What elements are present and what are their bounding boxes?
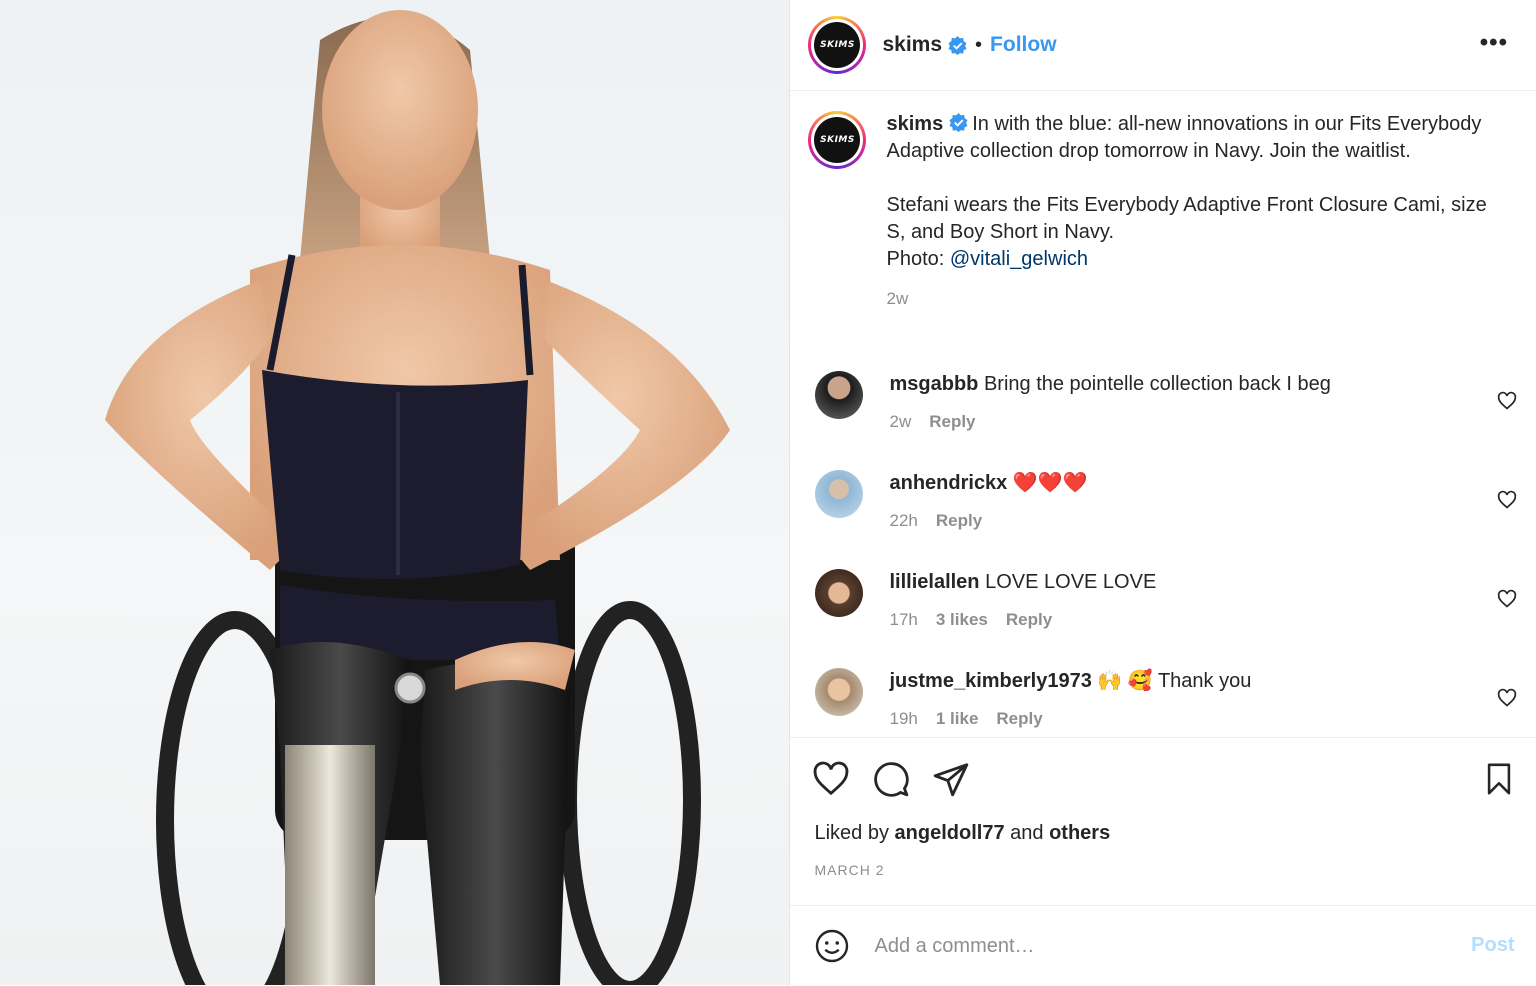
more-options-icon[interactable]: ••• [1480, 31, 1508, 55]
comment-time[interactable]: 19h [889, 709, 917, 728]
comment-input[interactable] [872, 928, 1437, 964]
post-actions: Liked by angeldoll77 and others MARCH 2 [790, 737, 1536, 878]
post-comment-button[interactable]: Post [1471, 934, 1514, 957]
post-header: SKIMS skims • Follow ••• [790, 0, 1536, 91]
commenter-avatar[interactable] [815, 371, 864, 419]
caption-avatar[interactable]: SKIMS [808, 111, 867, 169]
comment-text: ❤️❤️❤️ [1012, 472, 1088, 494]
liked-by-prefix: Liked by [814, 822, 889, 844]
post-sidebar: SKIMS skims • Follow ••• SKIMS skims In … [790, 0, 1536, 985]
comment-text: Bring the pointelle collection back I be… [983, 373, 1331, 395]
comment-time[interactable]: 22h [889, 511, 917, 530]
like-comment-heart-icon[interactable] [1497, 589, 1517, 609]
like-heart-icon[interactable] [812, 760, 850, 798]
comments-scroll-area[interactable]: SKIMS skims In with the blue: all-new in… [790, 91, 1536, 738]
header-separator: • [975, 33, 983, 56]
liked-by-text: Liked by angeldoll77 and others [814, 822, 1110, 845]
like-comment-heart-icon[interactable] [1497, 490, 1517, 510]
reply-button[interactable]: Reply [996, 709, 1042, 728]
comment-time[interactable]: 17h [889, 610, 917, 629]
emoji-smiley-icon[interactable] [814, 928, 850, 964]
caption-text: In with the blue: all-new innovations in… [886, 113, 1487, 270]
comment-item: msgabbb Bring the pointelle collection b… [815, 371, 1517, 435]
add-comment-bar: Post [790, 905, 1536, 986]
share-paper-plane-icon[interactable] [932, 760, 970, 798]
post-date[interactable]: MARCH 2 [814, 862, 884, 878]
post-view: SKIMS skims • Follow ••• SKIMS skims In … [0, 0, 1536, 985]
comment-likes-count[interactable]: 3 likes [936, 610, 988, 629]
reply-button[interactable]: Reply [936, 511, 982, 530]
comment-username[interactable]: msgabbb [889, 373, 978, 395]
comment-text: LOVE LOVE LOVE [985, 571, 1157, 593]
caption-skims-logo: SKIMS [814, 117, 861, 163]
skims-logo: SKIMS [814, 22, 861, 68]
like-comment-heart-icon[interactable] [1497, 688, 1517, 708]
post-image[interactable] [0, 0, 791, 985]
save-bookmark-icon[interactable] [1482, 760, 1516, 798]
comment-item: lillielallen LOVE LOVE LOVE 17h 3 likes Re… [815, 569, 1517, 633]
reply-button[interactable]: Reply [929, 412, 975, 431]
commenter-avatar[interactable] [815, 470, 864, 518]
post-caption: SKIMS skims In with the blue: all-new in… [808, 111, 1508, 312]
comment-username[interactable]: justme_kimberly1973 [889, 670, 1091, 692]
commenter-avatar[interactable] [815, 668, 864, 716]
reply-button[interactable]: Reply [1006, 610, 1052, 629]
commenter-avatar[interactable] [815, 569, 864, 617]
header-username[interactable]: skims [882, 33, 942, 57]
comment-likes-count[interactable]: 1 like [936, 709, 979, 728]
comment-bubble-icon[interactable] [872, 760, 910, 798]
comment-time[interactable]: 2w [889, 412, 911, 431]
liked-by-and: and [1010, 822, 1044, 844]
liked-by-user[interactable]: angeldoll77 [895, 822, 1005, 844]
post-photo-illustration [105, 10, 730, 985]
comment-username[interactable]: lillielallen [889, 571, 979, 593]
profile-avatar[interactable]: SKIMS [808, 16, 867, 74]
caption-timestamp[interactable]: 2w [886, 285, 1496, 312]
photo-credit-mention[interactable]: @vitali_gelwich [950, 248, 1088, 270]
comment-username[interactable]: anhendrickx [889, 472, 1007, 494]
follow-button[interactable]: Follow [990, 33, 1057, 57]
liked-by-others[interactable]: others [1049, 822, 1110, 844]
comment-item: anhendrickx ❤️❤️❤️ 22h Reply [815, 470, 1517, 534]
caption-verified-badge-icon [949, 113, 968, 132]
verified-badge-icon [948, 35, 967, 55]
like-comment-heart-icon[interactable] [1497, 391, 1517, 411]
comment-item: justme_kimberly1973 🙌 🥰 Thank you 19h 1 l… [815, 668, 1517, 732]
comment-text: 🙌 🥰 Thank you [1097, 670, 1252, 692]
caption-username[interactable]: skims [886, 113, 943, 135]
